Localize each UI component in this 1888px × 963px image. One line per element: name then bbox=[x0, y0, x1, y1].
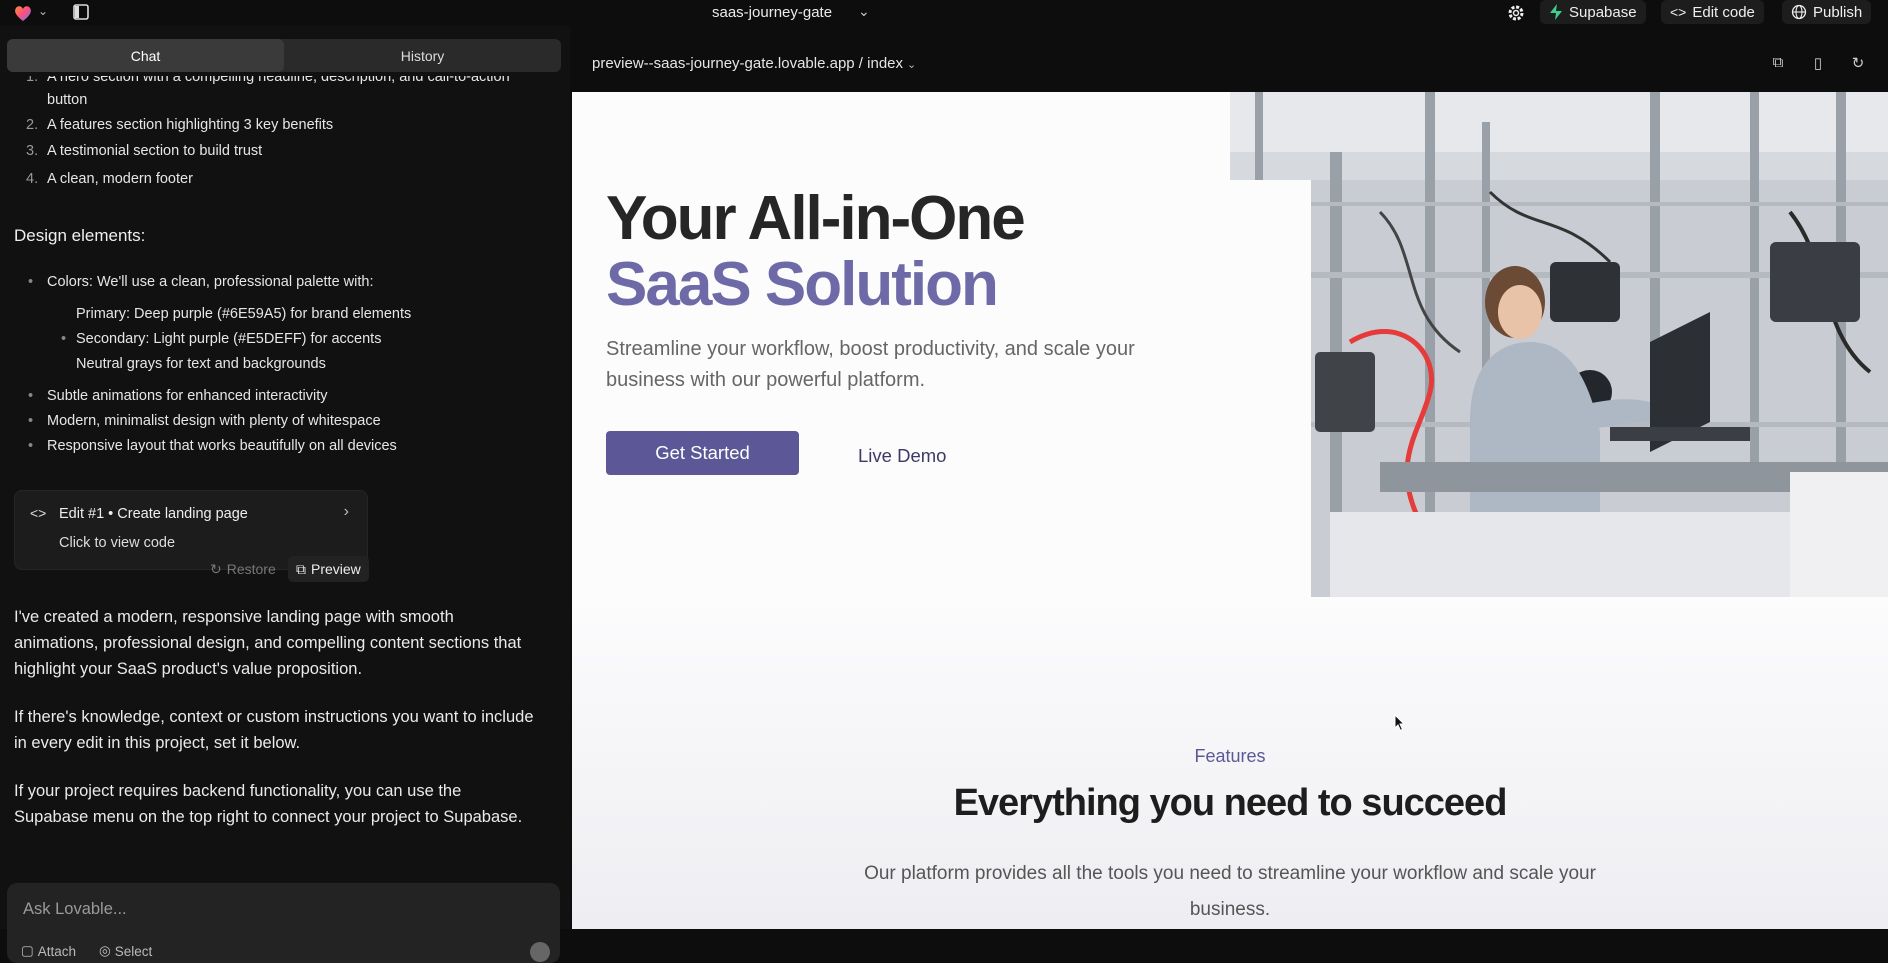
edit-subtitle: Click to view code bbox=[59, 535, 175, 551]
chevron-right-icon: › bbox=[344, 503, 349, 521]
publish-label: Publish bbox=[1813, 4, 1862, 21]
project-chevron-icon[interactable]: ⌄ bbox=[858, 3, 870, 20]
chat-input-box: ▢ Attach ◎ Select bbox=[7, 883, 560, 963]
chevron-down-icon: ⌄ bbox=[907, 59, 916, 71]
preview-label: Preview bbox=[311, 561, 361, 577]
refresh-icon[interactable]: ↻ bbox=[1848, 54, 1868, 74]
message-paragraph: If there's knowledge, context or custom … bbox=[14, 704, 534, 756]
hero-description: Streamline your workflow, boost producti… bbox=[606, 334, 1206, 396]
external-link-icon[interactable]: ⧉ bbox=[1768, 54, 1788, 74]
chat-messages[interactable]: 1. A hero section with a compelling head… bbox=[0, 76, 570, 866]
mouse-cursor-icon bbox=[1394, 714, 1406, 732]
sidebar-toggle-icon[interactable] bbox=[71, 2, 91, 22]
design-heading: Design elements: bbox=[14, 226, 145, 246]
tab-history[interactable]: History bbox=[284, 39, 561, 72]
preview-url-text: preview--saas-journey-gate.lovable.app /… bbox=[592, 55, 903, 72]
supabase-button[interactable]: Supabase bbox=[1540, 0, 1646, 24]
code-icon: <> bbox=[1670, 4, 1686, 20]
select-button[interactable]: ◎ Select bbox=[99, 943, 152, 959]
attach-icon: ▢ bbox=[21, 943, 34, 959]
restore-button[interactable]: ↻ Restore bbox=[204, 556, 282, 582]
features-title: Everything you need to succeed bbox=[572, 782, 1888, 825]
get-started-button[interactable]: Get Started bbox=[606, 431, 799, 475]
preview-button[interactable]: ⧉ Preview bbox=[288, 556, 369, 582]
preview-url[interactable]: preview--saas-journey-gate.lovable.app /… bbox=[592, 55, 916, 72]
project-name[interactable]: saas-journey-gate bbox=[712, 4, 832, 21]
supabase-label: Supabase bbox=[1569, 4, 1637, 21]
restore-icon: ↻ bbox=[210, 561, 222, 578]
chat-panel: Chat History 1. A hero section with a co… bbox=[0, 26, 570, 929]
message-paragraph: I've created a modern, responsive landin… bbox=[14, 604, 534, 682]
publish-button[interactable]: Publish bbox=[1782, 0, 1871, 24]
external-link-icon: ⧉ bbox=[296, 561, 306, 578]
gear-icon[interactable] bbox=[1505, 2, 1527, 24]
features-label: Features bbox=[572, 746, 1888, 767]
globe-icon bbox=[1791, 4, 1807, 20]
list-item: Neutral grays for text and backgrounds bbox=[76, 352, 326, 376]
code-icon: <> bbox=[30, 505, 46, 521]
hero-image bbox=[1230, 92, 1888, 597]
select-label: Select bbox=[115, 944, 153, 959]
site-preview: Your All-in-One SaaS Solution Streamline… bbox=[572, 92, 1888, 929]
restore-label: Restore bbox=[227, 561, 276, 577]
message-paragraph: If your project requires backend functio… bbox=[14, 778, 534, 830]
live-demo-link[interactable]: Live Demo bbox=[858, 445, 946, 467]
edit-code-label: Edit code bbox=[1692, 4, 1755, 21]
edit-code-button[interactable]: <> Edit code bbox=[1661, 0, 1764, 24]
supabase-icon bbox=[1549, 4, 1563, 20]
hero-title-line2: SaaS Solution bbox=[606, 250, 997, 320]
chat-input[interactable] bbox=[21, 899, 525, 920]
mobile-icon[interactable]: ▯ bbox=[1808, 54, 1828, 74]
send-button[interactable] bbox=[530, 942, 550, 962]
preview-toolbar: preview--saas-journey-gate.lovable.app /… bbox=[570, 26, 1888, 92]
list-item: •Secondary: Light purple (#E5DEFF) for a… bbox=[76, 327, 381, 351]
panel-tabs: Chat History bbox=[7, 39, 561, 72]
hero-title-line1: Your All-in-One bbox=[606, 184, 1024, 254]
tab-chat[interactable]: Chat bbox=[7, 39, 284, 72]
attach-label: Attach bbox=[38, 944, 76, 959]
heart-logo-icon[interactable] bbox=[13, 3, 33, 23]
top-bar: ⌄ saas-journey-gate ⌄ Supabase <> Edit c… bbox=[0, 0, 1888, 26]
select-icon: ◎ bbox=[99, 943, 111, 959]
attach-button[interactable]: ▢ Attach bbox=[21, 943, 76, 959]
edit-title: Edit #1 • Create landing page bbox=[59, 506, 248, 522]
logo-menu-chevron-icon[interactable]: ⌄ bbox=[38, 4, 48, 18]
features-description: Our platform provides all the tools you … bbox=[855, 856, 1605, 928]
list-item: Primary: Deep purple (#6E59A5) for brand… bbox=[76, 302, 411, 326]
